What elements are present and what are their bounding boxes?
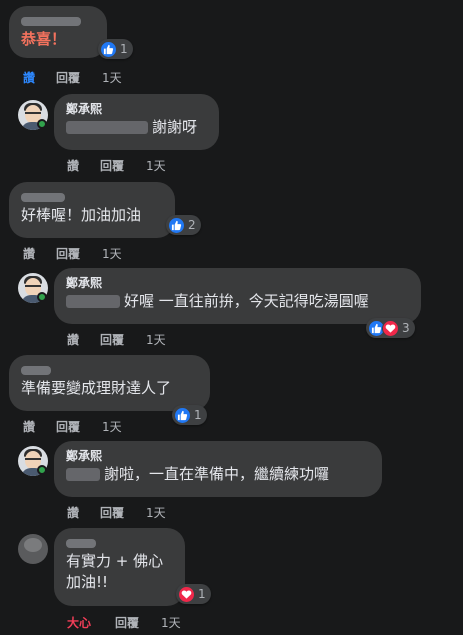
reply-button[interactable]: 回覆 [115, 614, 161, 631]
comment-actions: 大心 回覆 1天 [67, 614, 181, 631]
comment-actions: 讚 回覆 1天 [23, 69, 122, 86]
commenter-name[interactable] [21, 13, 95, 29]
heart-icon [178, 585, 195, 603]
reply-button[interactable]: 回覆 [56, 245, 102, 262]
comment-bubble[interactable]: 鄭承熙 好喔 一直往前拚，今天記得吃湯圓喔 [54, 268, 421, 324]
timestamp[interactable]: 1天 [146, 331, 166, 348]
commenter-name[interactable] [66, 535, 173, 551]
comment-bubble[interactable]: 鄭承熙 謝啦，一直在準備中，繼續練功囉 [54, 441, 382, 497]
comment-text: 準備要變成理財達人了 [21, 379, 172, 397]
thumbs-up-icon [174, 406, 191, 424]
timestamp[interactable]: 1天 [102, 245, 122, 262]
commenter-name[interactable]: 鄭承熙 [66, 275, 409, 291]
comment-bubble[interactable]: 好棒喔！加油加油 [9, 182, 175, 238]
comment-actions: 讚 回覆 1天 [23, 245, 122, 262]
reply-button[interactable]: 回覆 [100, 157, 146, 174]
love-button[interactable]: 大心 [67, 614, 115, 631]
redacted-mention [66, 295, 120, 308]
comment-bubble[interactable]: 有實力 + 佛心 加油!! [54, 528, 185, 606]
reaction-summary[interactable]: 3 [366, 318, 415, 338]
like-button[interactable]: 讚 [67, 157, 100, 174]
reply-button[interactable]: 回覆 [100, 504, 146, 521]
comment-bubble[interactable]: 準備要變成理財達人了 [9, 355, 210, 411]
comment-text: 謝啦，一直在準備中，繼續練功囉 [66, 464, 370, 485]
comment-text-line-1: 有實力 + 佛心 [66, 552, 164, 570]
reaction-count: 1 [194, 408, 202, 422]
commenter-name[interactable]: 鄭承熙 [66, 448, 370, 464]
comment-text: 好喔 一直往前拚，今天記得吃湯圓喔 [66, 291, 409, 312]
thumbs-up-icon [168, 216, 185, 234]
timestamp[interactable]: 1天 [146, 504, 166, 521]
thumbs-up-icon [100, 40, 117, 58]
reaction-summary[interactable]: 1 [172, 405, 207, 425]
avatar[interactable] [18, 534, 48, 564]
redacted-mention [66, 468, 100, 481]
online-dot-icon [37, 465, 47, 475]
online-dot-icon [37, 119, 47, 129]
timestamp[interactable]: 1天 [102, 69, 122, 86]
reaction-count: 3 [402, 321, 410, 335]
reaction-summary[interactable]: 1 [176, 584, 211, 604]
comment-actions: 讚 回覆 1天 [67, 157, 166, 174]
reply-button[interactable]: 回覆 [56, 69, 102, 86]
like-button[interactable]: 讚 [67, 504, 100, 521]
commenter-name[interactable]: 鄭承熙 [66, 101, 207, 117]
reaction-summary[interactable]: 1 [98, 39, 133, 59]
timestamp[interactable]: 1天 [161, 614, 181, 631]
timestamp[interactable]: 1天 [146, 157, 166, 174]
comment-actions: 讚 回覆 1天 [67, 331, 166, 348]
comment-text-line-2: 加油!! [66, 573, 109, 591]
reply-button[interactable]: 回覆 [56, 418, 102, 435]
comment-actions: 讚 回覆 1天 [67, 504, 166, 521]
online-dot-icon [37, 292, 47, 302]
commenter-name[interactable] [21, 189, 163, 205]
heart-icon [382, 319, 399, 337]
commenter-name[interactable] [21, 362, 198, 378]
timestamp[interactable]: 1天 [102, 418, 122, 435]
like-button[interactable]: 讚 [23, 245, 56, 262]
reaction-count: 1 [198, 587, 206, 601]
comment-actions: 讚 回覆 1天 [23, 418, 122, 435]
comment-text: 好棒喔！加油加油 [21, 206, 142, 224]
like-button[interactable]: 讚 [23, 418, 56, 435]
reply-button[interactable]: 回覆 [100, 331, 146, 348]
like-button[interactable]: 讚 [23, 69, 56, 86]
reaction-summary[interactable]: 2 [166, 215, 201, 235]
comment-bubble[interactable]: 鄭承熙 謝謝呀 [54, 94, 219, 150]
comment-text: 謝謝呀 [66, 117, 207, 138]
like-button[interactable]: 讚 [67, 331, 100, 348]
comment-text: 恭喜！ [21, 30, 67, 48]
reaction-count: 2 [188, 218, 196, 232]
comment-bubble[interactable]: 恭喜！ [9, 6, 107, 58]
redacted-mention [66, 121, 148, 134]
reaction-count: 1 [120, 42, 128, 56]
